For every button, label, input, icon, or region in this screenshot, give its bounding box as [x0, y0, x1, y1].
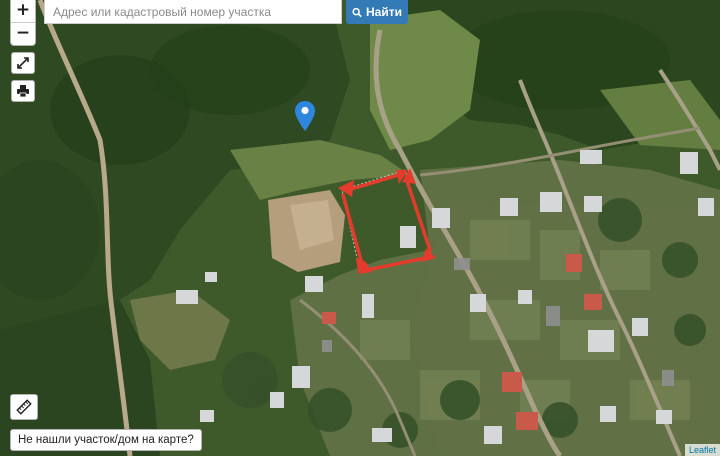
search-button-label: Найти [366, 5, 402, 19]
measure-button[interactable] [10, 394, 38, 420]
print-button[interactable] [11, 80, 35, 102]
not-found-button[interactable]: Не нашли участок/дом на карте? [10, 429, 202, 451]
location-marker-icon[interactable] [295, 101, 315, 131]
satellite-imagery [0, 0, 720, 456]
zoom-out-button[interactable]: − [11, 22, 35, 45]
search-input[interactable] [45, 0, 341, 23]
zoom-control: + − [10, 0, 36, 46]
fullscreen-button[interactable] [11, 52, 35, 74]
satellite-map[interactable]: + − Найти [0, 0, 720, 456]
search-icon [352, 7, 362, 17]
zoom-in-button[interactable]: + [11, 0, 35, 22]
printer-icon [17, 85, 29, 98]
expand-icon [17, 57, 29, 69]
search-box [44, 0, 342, 24]
search-button[interactable]: Найти [346, 0, 408, 24]
ruler-icon [16, 399, 32, 415]
attribution-link[interactable]: Leaflet [684, 444, 720, 456]
